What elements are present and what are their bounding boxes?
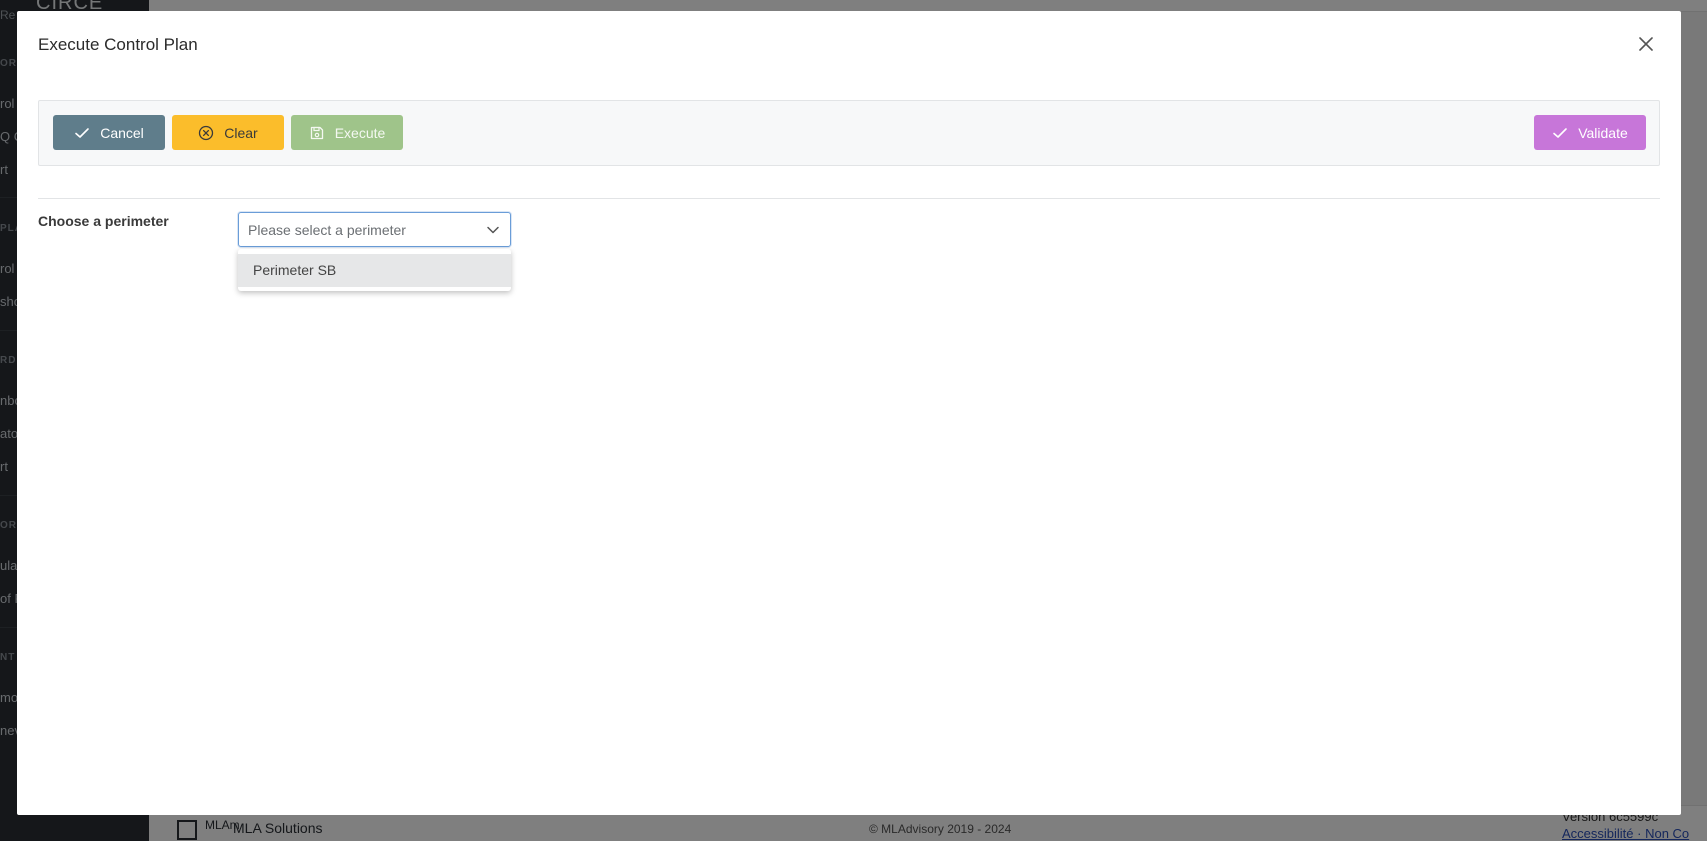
perimeter-option[interactable]: Perimeter SB bbox=[238, 254, 511, 287]
cancel-button[interactable]: Cancel bbox=[53, 115, 165, 150]
cancel-button-label: Cancel bbox=[100, 124, 144, 141]
check-icon bbox=[74, 125, 90, 141]
validate-button[interactable]: Validate bbox=[1534, 115, 1646, 150]
close-icon[interactable] bbox=[1637, 35, 1655, 53]
perimeter-select[interactable]: Please select a perimeter bbox=[238, 212, 511, 247]
section-divider bbox=[38, 198, 1660, 199]
clear-button[interactable]: Clear bbox=[172, 115, 284, 150]
execute-button[interactable]: Execute bbox=[291, 115, 403, 150]
execute-control-plan-modal: Execute Control Plan Cancel Clear Execut… bbox=[17, 11, 1681, 815]
execute-button-label: Execute bbox=[334, 124, 386, 141]
perimeter-label: Choose a perimeter bbox=[38, 213, 169, 229]
modal-toolbar: Cancel Clear Execute Validate bbox=[38, 100, 1660, 166]
chevron-down-icon bbox=[486, 223, 500, 237]
validate-button-label: Validate bbox=[1578, 124, 1628, 141]
clear-button-label: Clear bbox=[224, 124, 258, 141]
perimeter-select-placeholder: Please select a perimeter bbox=[248, 222, 406, 238]
check-icon bbox=[1552, 125, 1568, 141]
save-icon bbox=[309, 125, 325, 141]
circle-x-icon bbox=[198, 125, 214, 141]
modal-title: Execute Control Plan bbox=[38, 35, 198, 54]
perimeter-dropdown-menu: Perimeter SB bbox=[238, 249, 511, 291]
